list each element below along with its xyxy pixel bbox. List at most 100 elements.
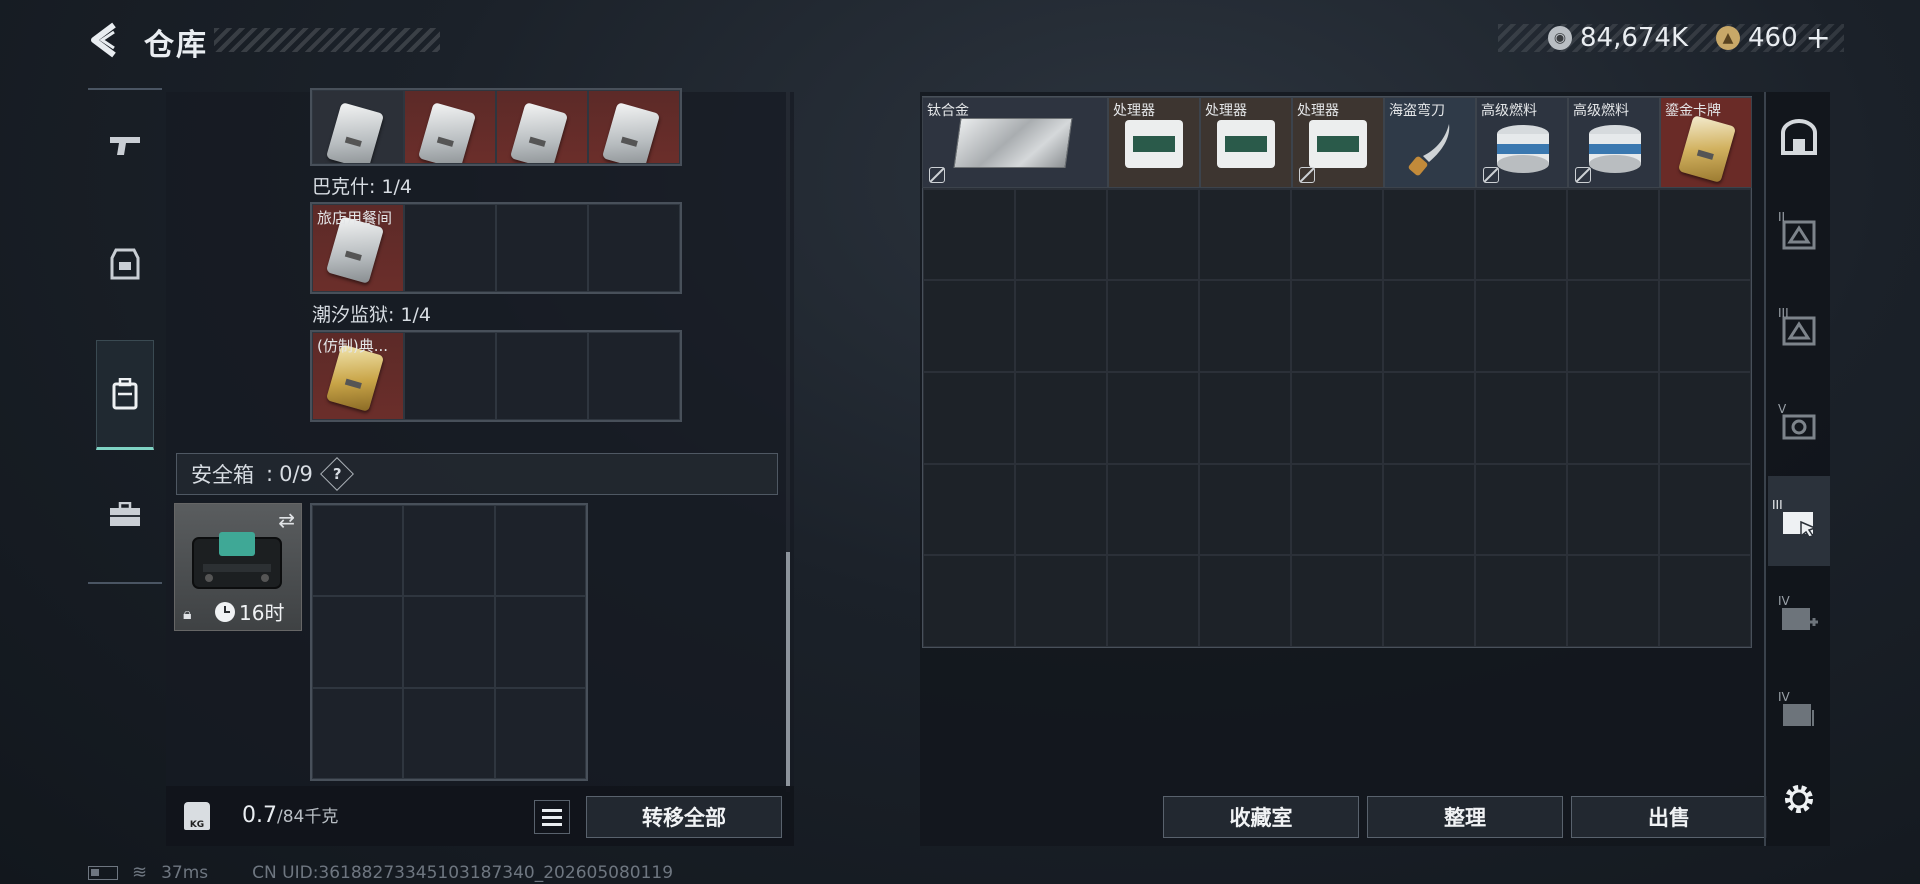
- empty-slot[interactable]: [1107, 188, 1199, 281]
- card-slot[interactable]: (仿制)典...: [312, 332, 404, 420]
- item-processor[interactable]: 处理器: [1108, 97, 1200, 188]
- transfer-all-button[interactable]: 转移全部: [586, 796, 782, 838]
- empty-slot[interactable]: [1291, 280, 1383, 372]
- tab-roman: IV: [1778, 594, 1790, 608]
- card-slot[interactable]: [404, 90, 496, 164]
- empty-slot[interactable]: [1475, 463, 1567, 556]
- empty-slot[interactable]: [1567, 555, 1659, 647]
- empty-slot[interactable]: [1659, 371, 1751, 464]
- empty-slot[interactable]: [923, 188, 1015, 281]
- empty-slot[interactable]: [588, 204, 680, 292]
- item-processor[interactable]: 处理器: [1200, 97, 1292, 188]
- empty-slot[interactable]: [1475, 555, 1567, 647]
- empty-slot[interactable]: [1567, 463, 1659, 556]
- item-gilded-card[interactable]: 鎏金卡牌: [1660, 97, 1752, 188]
- card-slot[interactable]: 旅店用餐间: [312, 204, 404, 292]
- empty-slot[interactable]: [1291, 463, 1383, 556]
- scroll-thumb[interactable]: [786, 552, 790, 786]
- settings-gear-icon[interactable]: [1782, 782, 1816, 820]
- empty-slot[interactable]: [404, 332, 496, 420]
- empty-slot[interactable]: [1199, 371, 1291, 464]
- item-titanium[interactable]: 钛合金: [922, 97, 1108, 188]
- safe-box-slot[interactable]: ⇄ 🔒︎ 16时: [174, 503, 302, 631]
- empty-slot[interactable]: [404, 204, 496, 292]
- empty-slot[interactable]: [494, 596, 586, 688]
- tab-tier-3a[interactable]: III: [1774, 284, 1824, 374]
- empty-slot[interactable]: [1659, 555, 1751, 647]
- empty-slot[interactable]: [494, 687, 586, 779]
- back-arrow-icon[interactable]: [88, 22, 120, 58]
- empty-slot[interactable]: [1107, 555, 1199, 647]
- empty-slot[interactable]: [1383, 371, 1475, 464]
- card-slot[interactable]: [312, 90, 404, 164]
- empty-slot[interactable]: [1383, 463, 1475, 556]
- empty-slot[interactable]: [1015, 463, 1107, 556]
- card-slot[interactable]: [496, 90, 588, 164]
- empty-slot[interactable]: [1383, 188, 1475, 281]
- empty-slot[interactable]: [496, 332, 588, 420]
- empty-slot[interactable]: [1291, 371, 1383, 464]
- add-currency-icon[interactable]: +: [1806, 21, 1831, 56]
- empty-slot[interactable]: [1107, 463, 1199, 556]
- card-slot[interactable]: [588, 90, 680, 164]
- tab-tier-5[interactable]: V: [1774, 380, 1824, 470]
- empty-slot[interactable]: [1383, 280, 1475, 372]
- empty-slot[interactable]: [588, 332, 680, 420]
- empty-slot[interactable]: [1107, 280, 1199, 372]
- empty-slot[interactable]: [1659, 280, 1751, 372]
- empty-slot[interactable]: [1659, 463, 1751, 556]
- empty-slot[interactable]: [1199, 280, 1291, 372]
- empty-slot[interactable]: [923, 371, 1015, 464]
- sell-button[interactable]: 出售: [1571, 796, 1767, 838]
- tab-vault[interactable]: [1774, 92, 1824, 182]
- empty-slot[interactable]: [1475, 280, 1567, 372]
- empty-slot[interactable]: [1199, 463, 1291, 556]
- tab-tier-4a[interactable]: IV: [1774, 572, 1824, 662]
- empty-slot[interactable]: [403, 687, 495, 779]
- empty-slot[interactable]: [1567, 188, 1659, 281]
- empty-slot[interactable]: [1015, 280, 1107, 372]
- sort-button[interactable]: 整理: [1367, 796, 1563, 838]
- currency-gold-value: 460: [1748, 23, 1798, 53]
- tab-tier-2a[interactable]: II: [1774, 188, 1824, 278]
- empty-slot[interactable]: [1659, 188, 1751, 281]
- empty-slot[interactable]: [403, 505, 495, 597]
- empty-slot[interactable]: [1475, 188, 1567, 281]
- empty-slot[interactable]: [1015, 188, 1107, 281]
- empty-slot[interactable]: [1567, 280, 1659, 372]
- item-premium-fuel[interactable]: 高级燃料: [1568, 97, 1660, 188]
- empty-slot[interactable]: [403, 596, 495, 688]
- swap-icon[interactable]: ⇄: [278, 508, 295, 532]
- nav-backpack[interactable]: [96, 340, 154, 450]
- tab-tier-4b[interactable]: IV: [1774, 668, 1824, 758]
- empty-slot[interactable]: [312, 687, 404, 779]
- empty-slot[interactable]: [312, 505, 404, 597]
- empty-slot[interactable]: [312, 596, 404, 688]
- empty-slot[interactable]: [1291, 188, 1383, 281]
- list-view-button[interactable]: [534, 800, 570, 834]
- empty-slot[interactable]: [1383, 555, 1475, 647]
- item-premium-fuel[interactable]: 高级燃料: [1476, 97, 1568, 188]
- empty-slot[interactable]: [1107, 371, 1199, 464]
- empty-slot[interactable]: [1015, 555, 1107, 647]
- nav-armor[interactable]: [88, 210, 162, 320]
- empty-slot[interactable]: [1475, 371, 1567, 464]
- tab-tier-3b[interactable]: III: [1768, 476, 1830, 566]
- empty-slot[interactable]: [494, 505, 586, 597]
- empty-slot[interactable]: [1199, 188, 1291, 281]
- empty-slot[interactable]: [1199, 555, 1291, 647]
- nav-briefcase[interactable]: [88, 460, 162, 570]
- empty-slot[interactable]: [923, 280, 1015, 372]
- empty-slot[interactable]: [1567, 371, 1659, 464]
- empty-slot[interactable]: [923, 463, 1015, 556]
- item-processor[interactable]: 处理器: [1292, 97, 1384, 188]
- empty-slot[interactable]: [923, 555, 1015, 647]
- collection-room-button[interactable]: 收藏室: [1163, 796, 1359, 838]
- help-icon[interactable]: ?: [319, 457, 354, 491]
- empty-slot[interactable]: [496, 204, 588, 292]
- empty-slot[interactable]: [1015, 371, 1107, 464]
- empty-slot[interactable]: [1291, 555, 1383, 647]
- currency-gold[interactable]: ▲ 460 +: [1716, 21, 1831, 56]
- item-pirate-cutlass[interactable]: 海盗弯刀: [1384, 97, 1476, 188]
- nav-weapons[interactable]: [88, 90, 162, 200]
